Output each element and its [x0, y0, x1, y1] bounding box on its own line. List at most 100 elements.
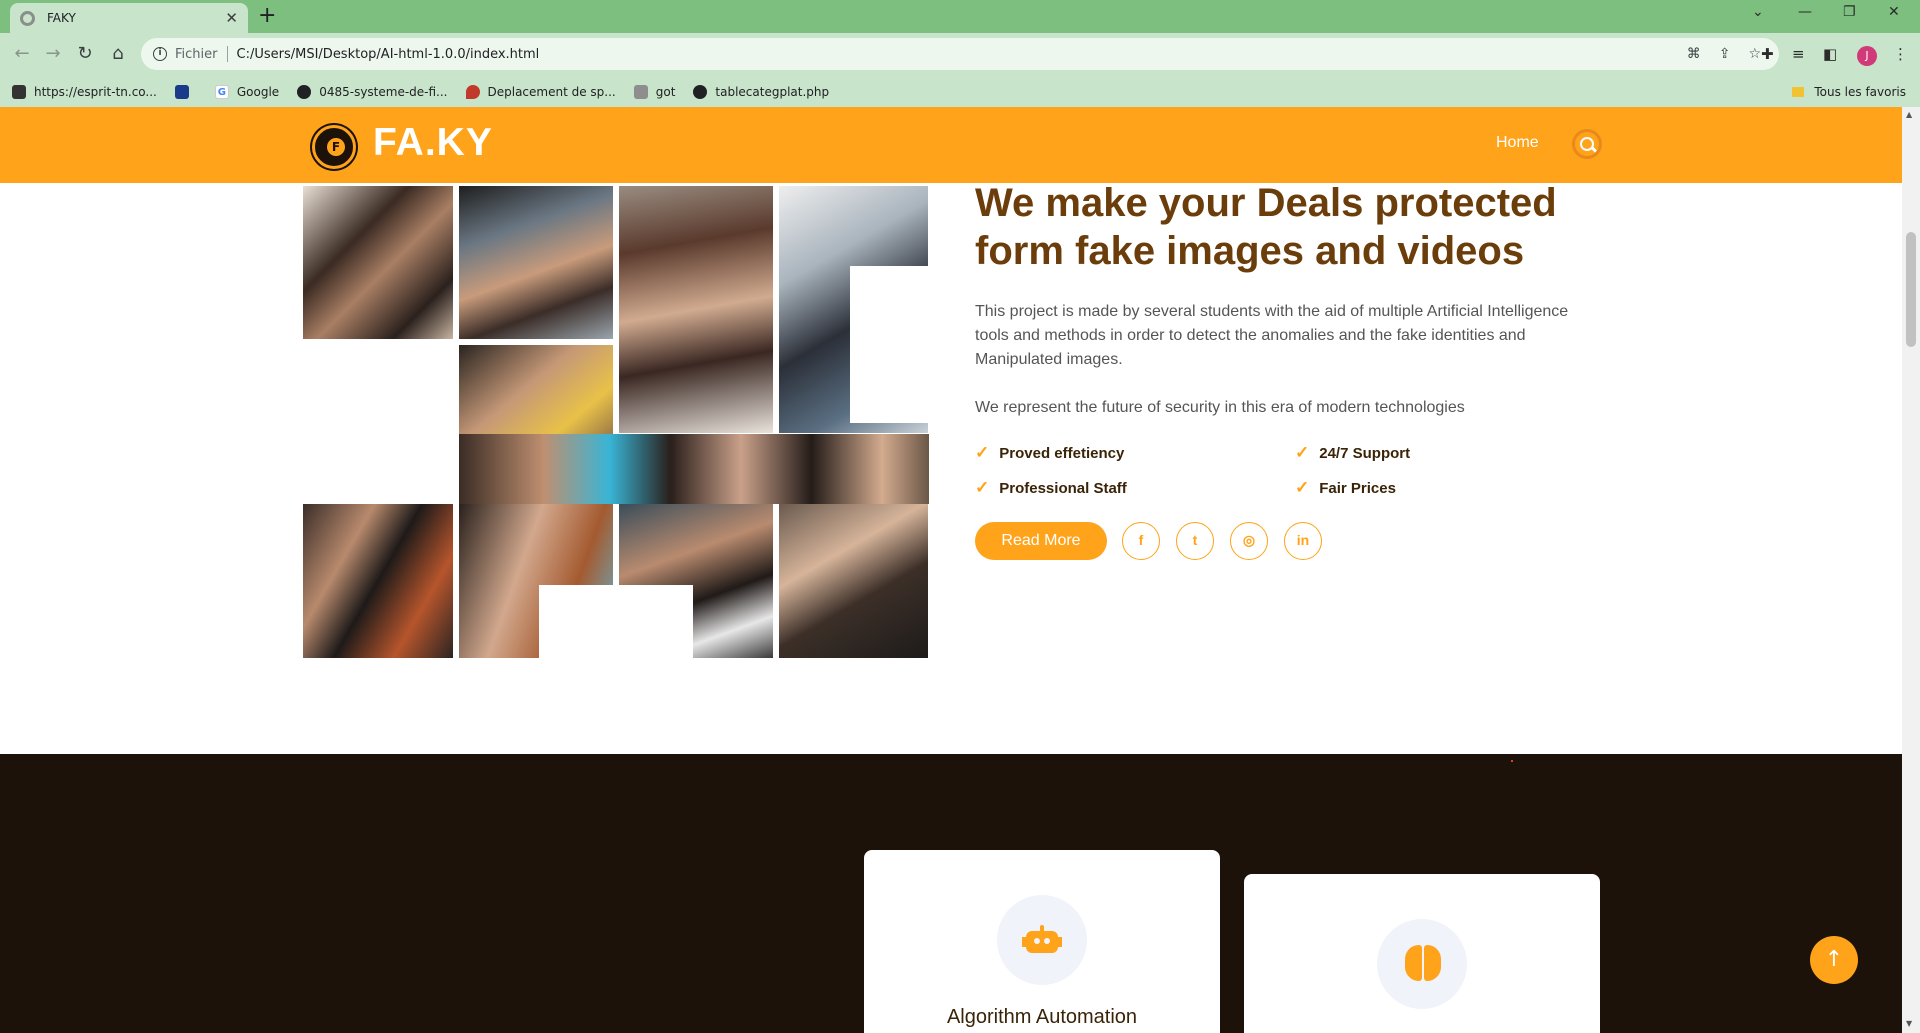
bookmark-item[interactable]: got	[633, 85, 676, 99]
scroll-down-arrow-icon[interactable]: ▼	[1906, 1019, 1912, 1028]
feature-item: ✓ 24/7 Support	[1295, 443, 1410, 463]
menu-kebab-icon[interactable]: ⋮	[1893, 45, 1908, 63]
linkedin-icon[interactable]: in	[1284, 522, 1322, 560]
new-tab-button[interactable]: +	[258, 4, 276, 28]
collage-tile	[303, 504, 453, 658]
bookmark-item[interactable]: tablecategplat.php	[693, 85, 829, 99]
bookmark-label: Google	[236, 85, 280, 99]
site-navbar: FA.KY Home	[0, 107, 1902, 183]
bookmark-label: tablecategplat.php	[715, 85, 830, 99]
url-divider	[226, 46, 228, 62]
collage-tile	[459, 434, 929, 504]
minimize-button[interactable]: —	[1798, 4, 1812, 20]
robot-icon	[1022, 925, 1062, 955]
tab-search-icon[interactable]: ⌄	[1752, 4, 1764, 20]
collage-tile	[619, 186, 773, 433]
bookmark-item[interactable]: G Google	[214, 85, 280, 99]
bookmark-star-icon[interactable]: ☆	[1748, 46, 1761, 62]
feature-label: Proved effetiency	[999, 444, 1125, 462]
share-icon[interactable]: ⇪	[1719, 46, 1731, 62]
twitter-icon[interactable]: t	[1176, 522, 1214, 560]
scroll-up-arrow-icon[interactable]: ▲	[1906, 110, 1912, 119]
bookmark-item[interactable]: https://esprit-tn.co...	[12, 85, 157, 99]
close-window-button[interactable]: ✕	[1888, 4, 1900, 20]
read-more-button[interactable]: Read More	[975, 522, 1107, 560]
bookmark-label: got	[655, 85, 676, 99]
service-card[interactable]: Algorithm Automation	[864, 850, 1220, 1033]
collage-gap	[850, 266, 928, 423]
check-icon: ✓	[975, 478, 990, 497]
feature-label: Fair Prices	[1319, 479, 1396, 497]
page-favicon-icon	[20, 10, 35, 26]
instagram-icon[interactable]: ◎	[1230, 522, 1268, 560]
flame-favicon-icon	[465, 85, 480, 99]
site-info-icon[interactable]: i	[153, 47, 167, 61]
nav-link-home[interactable]: Home	[1496, 134, 1539, 152]
globe-favicon-icon	[693, 85, 708, 99]
decorative-dot	[1511, 760, 1513, 762]
page-viewport: FA.KY Home We make your Deals protected …	[0, 107, 1902, 1033]
about-paragraph: This project is made by several students…	[975, 303, 1569, 368]
service-icon-circle	[1377, 919, 1467, 1009]
folder-icon	[1792, 87, 1805, 97]
bookmark-label: Deplacement de sp...	[487, 85, 616, 99]
esprit-favicon-icon	[12, 85, 26, 99]
facebook-icon[interactable]: f	[1122, 522, 1160, 560]
all-bookmarks-folder[interactable]: Tous les favoris	[1792, 85, 1906, 99]
url-text[interactable]: C:/Users/MSI/Desktop/AI-html-1.0.0/index…	[237, 47, 1687, 62]
side-panel-icon[interactable]: ◧	[1823, 45, 1837, 63]
feature-item: ✓ Professional Staff	[975, 478, 1127, 498]
faces-collage-image	[303, 186, 929, 658]
profile-avatar[interactable]: J	[1857, 46, 1877, 66]
scrollbar-thumb[interactable]	[1906, 232, 1916, 347]
site-favicon-icon	[633, 85, 648, 99]
feature-label: Professional Staff	[999, 479, 1127, 497]
feather-favicon-icon	[174, 85, 189, 99]
close-tab-icon[interactable]: ✕	[225, 9, 238, 27]
about-heading: We make your Deals protected form fake i…	[975, 181, 1557, 273]
site-logo[interactable]: FA.KY	[373, 121, 493, 165]
page-scrollbar[interactable]: ▲ ▼	[1902, 107, 1920, 1033]
service-card-title: Algorithm Automation	[946, 1006, 1138, 1028]
bookmark-item[interactable]	[174, 85, 197, 99]
url-scheme: Fichier	[175, 46, 218, 62]
feature-item: ✓ Fair Prices	[1295, 478, 1396, 498]
browser-tab[interactable]: FAKY ✕	[10, 3, 248, 33]
search-icon[interactable]	[1572, 129, 1602, 159]
check-icon: ✓	[1295, 478, 1310, 497]
bookmark-item[interactable]: 0485-systeme-de-fi...	[297, 85, 448, 99]
service-card[interactable]	[1244, 874, 1600, 1033]
google-favicon-icon: G	[214, 85, 229, 99]
back-to-top-button[interactable]: ↑	[1810, 936, 1858, 984]
feature-label: 24/7 Support	[1319, 444, 1411, 462]
media-controls-icon[interactable]: ≡	[1792, 45, 1805, 63]
collage-tile	[303, 186, 453, 339]
bookmark-label: https://esprit-tn.co...	[34, 85, 157, 99]
brain-icon	[1405, 945, 1441, 981]
collage-gap	[539, 585, 693, 658]
restore-button[interactable]: ❐	[1843, 4, 1856, 20]
all-bookmarks-label: Tous les favoris	[1814, 85, 1906, 99]
logo-emblem-icon[interactable]	[312, 125, 356, 169]
back-icon[interactable]: ←	[10, 42, 34, 66]
bookmark-item[interactable]: Deplacement de sp...	[465, 85, 616, 99]
browser-window: FAKY ✕ + ⌄ — ❐ ✕ ← → ↻ ⌂ i Fichier C:/Us…	[0, 0, 1920, 1033]
check-icon: ✓	[1295, 443, 1310, 462]
collage-tile	[459, 186, 613, 339]
tab-title: FAKY	[47, 11, 76, 25]
bookmark-label: 0485-systeme-de-fi...	[319, 85, 448, 99]
browser-toolbar: ← → ↻ ⌂ i Fichier C:/Users/MSI/Desktop/A…	[0, 33, 1920, 77]
extensions-icon[interactable]: ✚	[1761, 45, 1774, 63]
forward-icon[interactable]: →	[41, 42, 65, 66]
about-paragraph: We represent the future of security in t…	[975, 399, 1465, 416]
reload-icon[interactable]: ↻	[73, 42, 97, 66]
address-bar[interactable]: i Fichier C:/Users/MSI/Desktop/AI-html-1…	[141, 38, 1779, 70]
feature-item: ✓ Proved effetiency	[975, 443, 1124, 463]
bookmarks-bar: https://esprit-tn.co... G Google 0485-sy…	[0, 77, 1920, 107]
tab-strip: FAKY ✕ + ⌄ — ❐ ✕	[0, 0, 1920, 33]
home-icon[interactable]: ⌂	[106, 42, 130, 66]
translate-icon[interactable]: ⌘	[1687, 46, 1701, 62]
collage-gap	[303, 345, 453, 498]
check-icon: ✓	[975, 443, 990, 462]
collage-tile	[779, 504, 928, 658]
